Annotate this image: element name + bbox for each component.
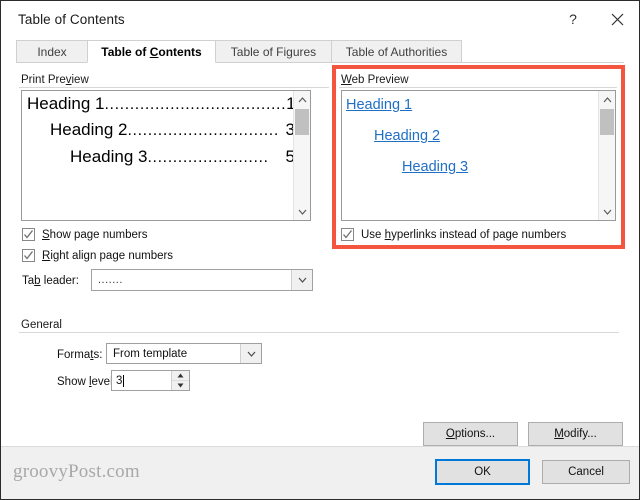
scroll-down-arrow-icon[interactable] bbox=[294, 203, 310, 220]
print-entry-page: 3 bbox=[286, 120, 293, 140]
right-align-page-numbers-label: Right align page numbers bbox=[42, 249, 174, 262]
tab-table-of-figures[interactable]: Table of Figures bbox=[215, 40, 332, 63]
web-preview-group-rule bbox=[339, 87, 617, 88]
scroll-down-arrow-icon[interactable] bbox=[599, 203, 615, 220]
print-entry-leader: .............................. bbox=[127, 122, 279, 139]
print-entry-page: 5 bbox=[286, 147, 293, 167]
window-title: Table of Contents bbox=[18, 11, 125, 27]
dialog-footer: groovyPost.com OK Cancel bbox=[1, 446, 639, 499]
print-preview-entry: Heading 2 ..............................… bbox=[50, 120, 293, 140]
print-entry-page: 1 bbox=[286, 94, 293, 114]
web-preview-scrollbar[interactable] bbox=[598, 91, 615, 220]
watermark-text: groovyPost.com bbox=[13, 461, 140, 482]
print-preview-group-label: Print Preview bbox=[19, 74, 92, 86]
close-x-glyph bbox=[611, 13, 623, 25]
formats-label: Formats: bbox=[57, 349, 103, 361]
web-preview-link[interactable]: Heading 3 bbox=[402, 159, 468, 175]
spinner-down-icon[interactable] bbox=[172, 381, 189, 390]
help-icon[interactable]: ? bbox=[551, 1, 595, 37]
print-preview-group-rule bbox=[19, 87, 329, 88]
print-preview-box: Heading 1 ..............................… bbox=[21, 90, 311, 221]
web-preview-group-label: Web Preview bbox=[339, 74, 412, 86]
show-page-numbers-checkbox-box[interactable] bbox=[22, 228, 35, 241]
scroll-up-arrow-icon[interactable] bbox=[294, 91, 310, 108]
tab-index[interactable]: Index bbox=[16, 40, 88, 63]
tab-leader-value: ....... bbox=[98, 274, 123, 286]
tab-table-of-authorities-label: Table of Authorities bbox=[345, 44, 448, 59]
options-button-label: Options... bbox=[445, 428, 496, 440]
checkmark-icon bbox=[343, 230, 353, 239]
use-hyperlinks-label: Use hyperlinks instead of page numbers bbox=[361, 228, 567, 241]
title-bar: Table of Contents ? bbox=[1, 1, 639, 37]
close-icon[interactable] bbox=[595, 1, 639, 37]
checkbox-use-hyperlinks[interactable]: Use hyperlinks instead of page numbers bbox=[341, 228, 566, 241]
print-preview-content: Heading 1 ..............................… bbox=[22, 91, 293, 220]
table-of-contents-dialog: Table of Contents ? Index Table of Conte… bbox=[0, 0, 640, 500]
checkbox-show-page-numbers[interactable]: Show page numbers bbox=[22, 228, 147, 241]
show-levels-spinner[interactable]: 3 bbox=[111, 370, 190, 391]
cancel-button-label: Cancel bbox=[568, 466, 604, 478]
print-preview-entry: Heading 1 ..............................… bbox=[27, 94, 293, 114]
formats-combobox[interactable]: From template bbox=[106, 343, 262, 364]
print-preview-entry: Heading 3 ........................ 5 bbox=[70, 147, 293, 167]
modify-button[interactable]: Modify... bbox=[528, 422, 623, 446]
use-hyperlinks-checkbox-box[interactable] bbox=[341, 228, 354, 241]
chevron-down-icon[interactable] bbox=[240, 344, 261, 363]
show-levels-spin-buttons[interactable] bbox=[171, 371, 189, 390]
print-entry-leader: .................................... bbox=[104, 96, 287, 113]
general-group-label: General bbox=[19, 319, 65, 331]
web-preview-link[interactable]: Heading 1 bbox=[346, 97, 412, 113]
tab-table-of-authorities[interactable]: Table of Authorities bbox=[331, 40, 462, 63]
show-levels-value: 3 bbox=[116, 374, 123, 387]
tab-leader-combobox[interactable]: ....... bbox=[91, 269, 313, 291]
checkmark-icon bbox=[24, 251, 34, 260]
print-entry-leader: ........................ bbox=[147, 149, 269, 166]
tab-index-label: Index bbox=[37, 44, 67, 59]
scrollbar-thumb[interactable] bbox=[600, 109, 614, 135]
print-entry-text: Heading 3 bbox=[70, 147, 148, 166]
chevron-down-icon[interactable] bbox=[291, 270, 312, 290]
cancel-button[interactable]: Cancel bbox=[542, 460, 630, 484]
options-button[interactable]: Options... bbox=[423, 422, 518, 446]
ok-button-label: OK bbox=[474, 466, 491, 478]
modify-button-label: Modify... bbox=[554, 428, 597, 440]
web-preview-content: Heading 1 Heading 2 Heading 3 bbox=[342, 91, 598, 220]
tab-table-of-figures-label: Table of Figures bbox=[230, 44, 317, 59]
tab-strip: Index Table of Contents Table of Figures… bbox=[16, 40, 624, 63]
print-entry-text: Heading 2 bbox=[50, 120, 128, 139]
print-entry-text: Heading 1 bbox=[27, 94, 105, 113]
print-preview-scrollbar[interactable] bbox=[293, 91, 310, 220]
checkbox-right-align-page-numbers[interactable]: Right align page numbers bbox=[22, 249, 173, 262]
ok-button[interactable]: OK bbox=[435, 459, 530, 485]
help-glyph: ? bbox=[569, 11, 577, 27]
tab-leader-label: Tab leader: bbox=[22, 275, 79, 287]
web-preview-link[interactable]: Heading 2 bbox=[374, 128, 440, 144]
spinner-up-icon[interactable] bbox=[172, 371, 189, 381]
checkmark-icon bbox=[24, 230, 34, 239]
text-caret bbox=[123, 374, 125, 387]
scrollbar-thumb[interactable] bbox=[295, 109, 309, 135]
web-preview-box: Heading 1 Heading 2 Heading 3 bbox=[341, 90, 616, 221]
scroll-up-arrow-icon[interactable] bbox=[599, 91, 615, 108]
show-page-numbers-label: Show page numbers bbox=[42, 228, 148, 241]
show-levels-value-wrapper[interactable]: 3 bbox=[112, 371, 171, 390]
formats-value: From template bbox=[113, 347, 188, 360]
tab-table-of-contents-label: Table of Contents bbox=[101, 44, 202, 59]
title-bar-buttons: ? bbox=[551, 1, 639, 37]
right-align-page-numbers-checkbox-box[interactable] bbox=[22, 249, 35, 262]
general-group-rule bbox=[19, 332, 619, 333]
tab-table-of-contents[interactable]: Table of Contents bbox=[87, 40, 216, 63]
